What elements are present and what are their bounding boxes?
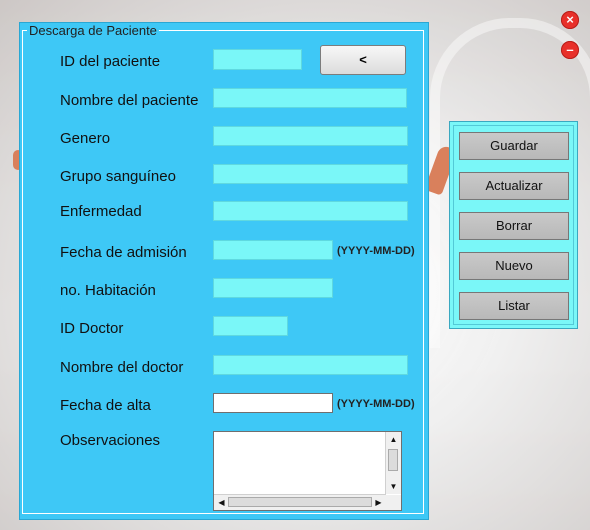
vertical-scroll-thumb[interactable] [388,449,398,471]
blood-group-label: Grupo sanguíneo [60,168,176,185]
scrollbar-corner [386,495,401,510]
admission-date-format: (YYYY-MM-DD) [337,245,415,257]
close-icon[interactable]: × [561,11,579,29]
scroll-right-icon[interactable]: ▶ [371,495,386,510]
panel-title: Descarga de Paciente [27,23,159,38]
room-no-field[interactable] [213,278,333,298]
horizontal-scroll-thumb[interactable] [228,497,372,507]
minimize-icon[interactable]: – [561,41,579,59]
scroll-up-icon[interactable]: ▲ [386,432,401,447]
admission-date-label: Fecha de admisión [60,244,187,261]
save-button[interactable]: Guardar [459,132,569,160]
update-button[interactable]: Actualizar [459,172,569,200]
patient-discharge-panel: Descarga de Paciente ID del paciente < N… [19,22,429,520]
gender-label: Genero [60,130,111,147]
blood-group-field[interactable] [213,164,408,184]
app-window: { "window": { "close_symbol": "×", "mini… [0,0,590,530]
doctor-id-label: ID Doctor [60,320,124,337]
discharge-date-field[interactable] [213,393,333,413]
new-button[interactable]: Nuevo [459,252,569,280]
disease-field[interactable] [213,201,408,221]
scroll-left-icon[interactable]: ◀ [214,495,229,510]
list-button[interactable]: Listar [459,292,569,320]
patient-name-label: Nombre del paciente [60,92,199,109]
doctor-name-label: Nombre del doctor [60,359,184,376]
room-no-label: no. Habitación [60,282,156,299]
patient-id-field[interactable] [213,49,302,70]
doctor-name-field[interactable] [213,355,408,375]
patient-id-label: ID del paciente [60,53,161,70]
actions-panel: Guardar Actualizar Borrar Nuevo Listar [449,121,578,329]
delete-button[interactable]: Borrar [459,212,569,240]
horizontal-scrollbar[interactable]: ◀ ▶ [214,494,386,510]
admission-date-field[interactable] [213,240,333,260]
remarks-textarea[interactable]: ▲ ▼ ◀ ▶ [213,431,402,511]
doctor-id-field[interactable] [213,316,288,336]
scroll-down-icon[interactable]: ▼ [386,479,401,494]
discharge-date-format: (YYYY-MM-DD) [337,398,415,410]
discharge-date-label: Fecha de alta [60,397,151,414]
gender-field[interactable] [213,126,408,146]
remarks-label: Observaciones [60,432,161,449]
disease-label: Enfermedad [60,203,142,220]
vertical-scrollbar[interactable]: ▲ ▼ [385,432,401,494]
patient-name-field[interactable] [213,88,407,108]
back-button[interactable]: < [320,45,406,75]
